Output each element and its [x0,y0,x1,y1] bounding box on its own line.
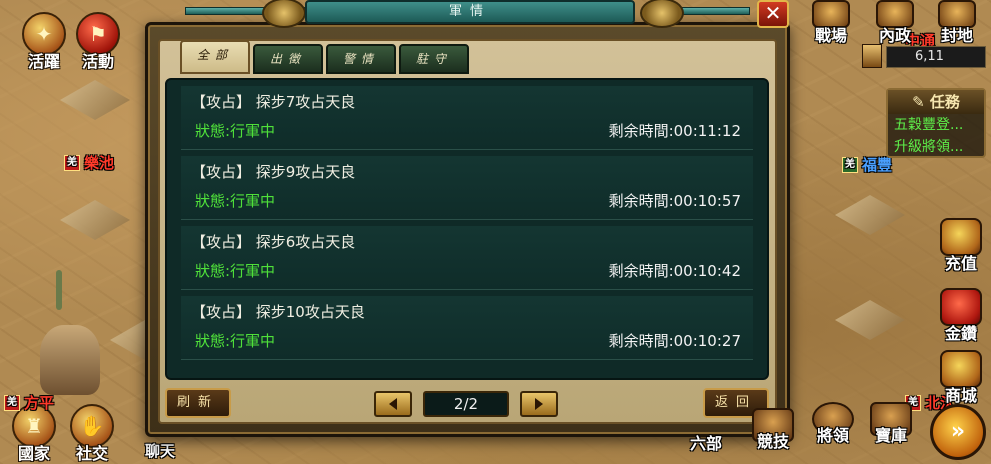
battlefield-button[interactable]: 戰場 [812,0,850,46]
map-tile [60,200,130,240]
internal-affairs-button[interactable]: 內政 [876,0,914,46]
close-button[interactable]: ✕ [757,0,789,28]
task-item[interactable]: 升級將領... [888,136,984,158]
prev-page-button[interactable] [374,391,412,417]
intel-status: 狀態:行軍中 [195,122,276,140]
arrow-right-icon [535,398,543,410]
activity-spirit-button[interactable]: ✦ 活躍 [22,12,66,72]
social-button[interactable]: ✋ 社交 [70,404,114,464]
recharge-button[interactable]: 充值 [940,218,982,274]
task-header: ✎ 任務 [888,90,984,114]
six-ministries-button[interactable]: 六部 [690,420,722,454]
map-tile [60,80,130,120]
country-button[interactable]: ♜ 國家 [12,404,56,464]
faction-flag-icon: 羌 [842,156,858,173]
map-tile [835,300,905,340]
fief-button[interactable]: 封地 [938,0,976,46]
location-icon[interactable] [862,44,882,68]
intel-title: 【攻占】 探步10攻占天良 [191,303,365,321]
activity-button[interactable]: ⚑ 活動 [76,12,120,72]
map-city-label[interactable]: 羌 方平 [4,392,54,413]
task-panel[interactable]: ✎ 任務 五穀豐登... 升級將領... [886,88,986,158]
map-city-label[interactable]: 羌 樂池 [64,152,114,173]
faction-flag-icon: 羌 [64,154,80,171]
list-item[interactable]: 【攻占】 探步6攻占天良 狀態:行軍中 剩余時間:00:10:42 [181,226,753,290]
intel-title: 【攻占】 探步9攻占天良 [191,163,356,181]
gold-diamond-button[interactable]: 金鑽 [940,288,982,344]
list-item[interactable]: 【攻占】 探步7攻占天良 狀態:行軍中 剩余時間:00:11:12 [181,86,753,150]
generals-button[interactable]: 將領 [812,402,854,446]
scroll-icon: ✎ [912,93,930,111]
dialog-title: 軍情 [305,0,635,24]
intel-title: 【攻占】 探步6攻占天良 [191,233,356,251]
tab-garrison[interactable]: 駐守 [399,44,469,74]
tab-bar: 全部 出徵 警情 駐守 [180,40,469,74]
cactus-decoration [56,270,62,310]
list-item[interactable]: 【攻占】 探步10攻占天良 狀態:行軍中 剩余時間:00:10:27 [181,296,753,360]
intel-list: 【攻占】 探步7攻占天良 狀態:行軍中 剩余時間:00:11:12 【攻占】 探… [165,78,769,380]
arrow-left-icon [389,398,397,410]
rock-decoration [40,325,100,395]
chat-button[interactable]: 聊天 [145,440,175,461]
intel-remaining-time: 剩余時間:00:10:42 [608,262,741,280]
intel-status: 狀態:行軍中 [195,332,276,350]
intel-status: 狀態:行軍中 [195,192,276,210]
intel-remaining-time: 剩余時間:00:11:12 [608,122,741,140]
map-tile [835,195,905,235]
expand-menu-button[interactable]: » [930,404,986,460]
refresh-button[interactable]: 刷新 [165,388,231,418]
intel-remaining-time: 剩余時間:00:10:57 [608,192,741,210]
list-item[interactable]: 【攻占】 探步9攻占天良 狀態:行軍中 剩余時間:00:10:57 [181,156,753,220]
intel-title: 【攻占】 探步7攻占天良 [191,93,356,111]
coordinate-display[interactable]: 6,11 [886,46,986,68]
task-item[interactable]: 五穀豐登... [888,114,984,136]
treasury-button[interactable]: 寶庫 [870,402,912,446]
tab-alert[interactable]: 警情 [326,44,396,74]
map-city-label[interactable]: 羌 福豐 [842,154,892,175]
page-indicator: 2/2 [423,391,509,417]
tab-all[interactable]: 全部 [180,40,250,74]
tab-expedition[interactable]: 出徵 [253,44,323,74]
arena-button[interactable]: 競技 [752,408,794,452]
faction-flag-icon: 羌 [4,394,20,411]
shop-button[interactable]: 商城 [940,350,982,406]
next-page-button[interactable] [520,391,558,417]
intel-remaining-time: 剩余時間:00:10:27 [608,332,741,350]
intel-status: 狀態:行軍中 [195,262,276,280]
